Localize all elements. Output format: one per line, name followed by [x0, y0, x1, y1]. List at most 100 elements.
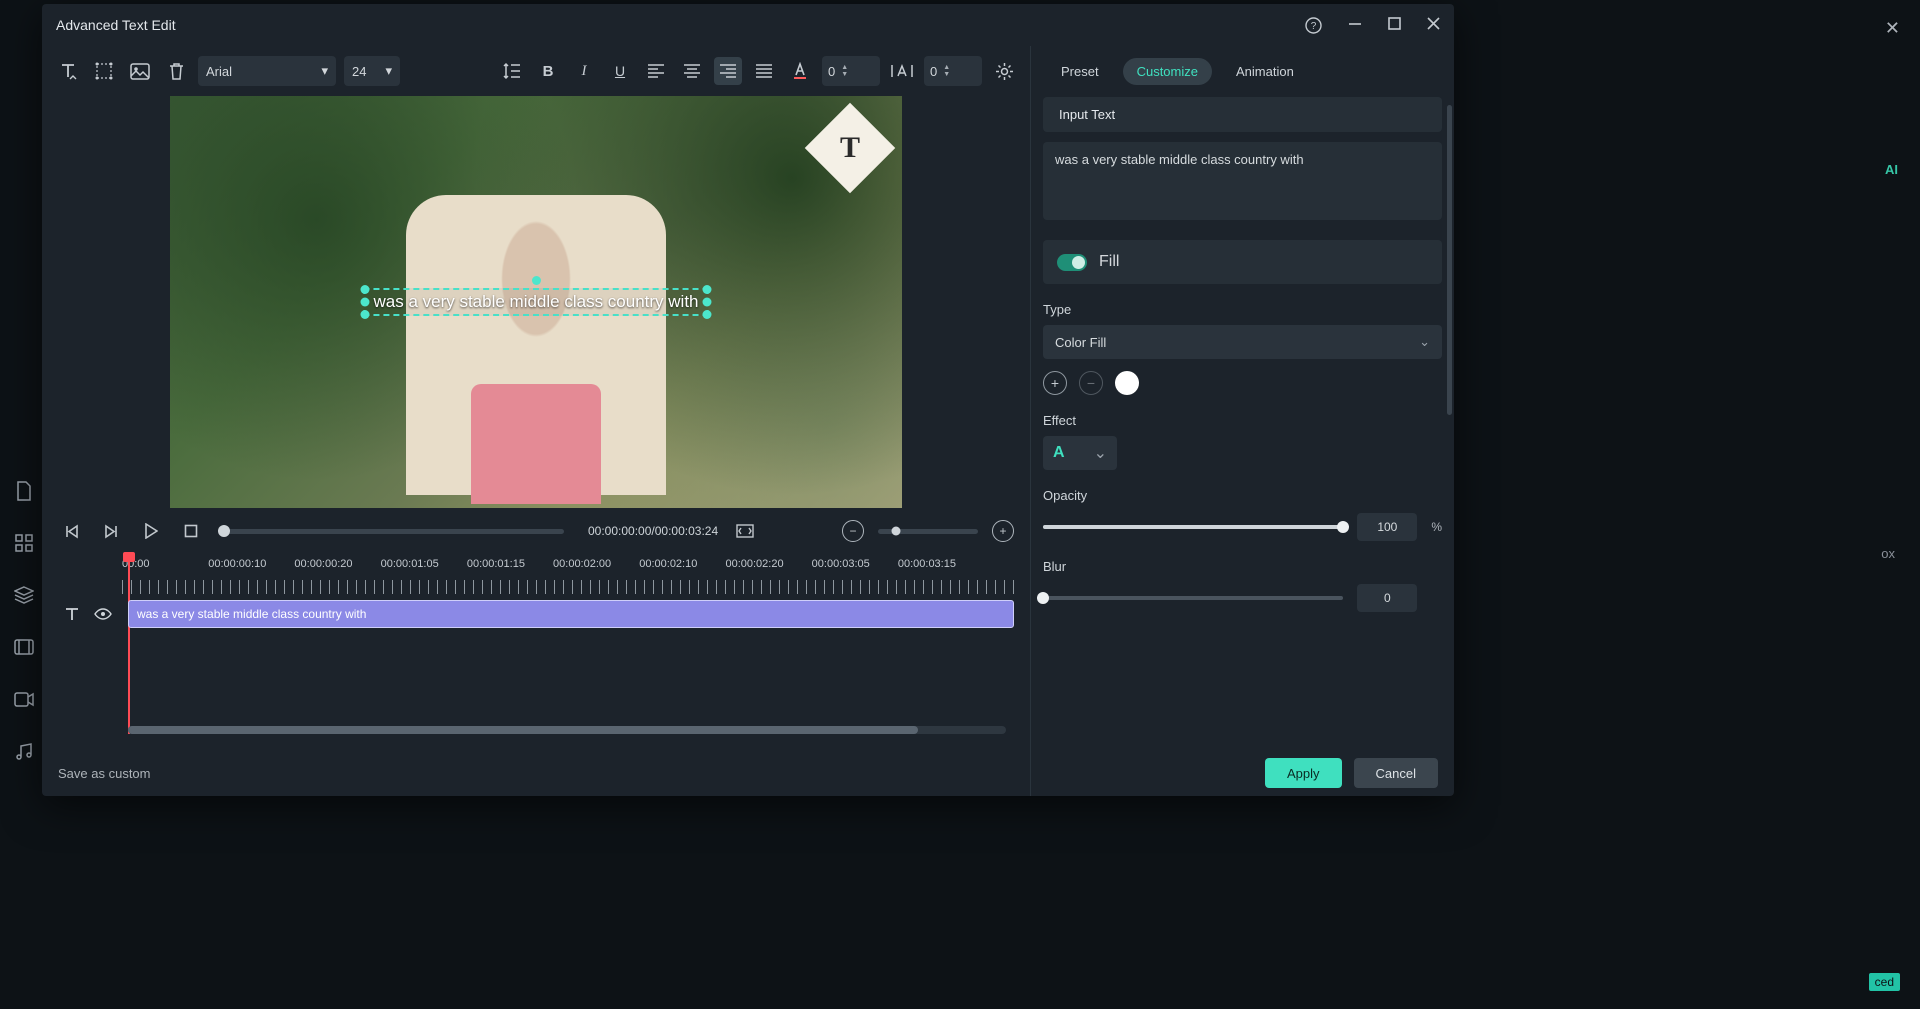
video-preview[interactable]: T was a very stable middle class country…: [170, 96, 902, 508]
scrub-slider[interactable]: [224, 529, 564, 534]
delete-icon[interactable]: [162, 57, 190, 85]
maximize-icon[interactable]: [1388, 17, 1401, 34]
ruler-label: 00:00:03:15: [898, 558, 956, 570]
opacity-value[interactable]: 100: [1357, 513, 1417, 541]
resize-handle[interactable]: [703, 298, 712, 307]
chevron-down-icon: ▾: [321, 63, 328, 79]
opacity-slider[interactable]: [1043, 525, 1343, 529]
stop-icon[interactable]: [178, 518, 204, 544]
effect-select[interactable]: A ⌄: [1043, 436, 1117, 470]
grid-icon[interactable]: [13, 532, 35, 554]
camera-icon[interactable]: [13, 688, 35, 710]
bg-ced-badge: ced: [1869, 973, 1900, 991]
rotate-handle[interactable]: [532, 276, 541, 285]
image-tool-icon[interactable]: [126, 57, 154, 85]
ruler-label: 00:00:01:15: [467, 558, 525, 570]
line-spacing-value: 0: [930, 64, 937, 79]
zoom-in-icon[interactable]: +: [992, 520, 1014, 542]
help-icon[interactable]: ?: [1305, 17, 1322, 34]
effect-label: Effect: [1043, 413, 1442, 428]
save-as-custom-link[interactable]: Save as custom: [58, 766, 151, 781]
align-right-icon[interactable]: [714, 57, 742, 85]
music-icon[interactable]: [13, 740, 35, 762]
text-clip[interactable]: was a very stable middle class country w…: [128, 600, 1014, 628]
fill-type-select[interactable]: Color Fill ⌄: [1043, 325, 1442, 359]
italic-icon[interactable]: I: [570, 57, 598, 85]
align-left-icon[interactable]: [642, 57, 670, 85]
app-sidebar: [0, 480, 48, 762]
fill-type-value: Color Fill: [1055, 335, 1106, 350]
scrub-knob[interactable]: [218, 525, 230, 537]
ruler-label: 00:00:02:00: [553, 558, 611, 570]
layers-icon[interactable]: [13, 584, 35, 606]
line-spacing-input[interactable]: 0 ▲▼: [924, 56, 982, 86]
resize-handle[interactable]: [703, 310, 712, 319]
blur-slider[interactable]: [1043, 596, 1343, 600]
step-down-icon[interactable]: ▼: [943, 71, 950, 78]
resize-handle[interactable]: [360, 298, 369, 307]
apply-button[interactable]: Apply: [1265, 758, 1342, 788]
resize-handle[interactable]: [360, 310, 369, 319]
panel-scrollbar[interactable]: [1447, 105, 1452, 415]
selection-tool-icon[interactable]: [90, 57, 118, 85]
dialog-footer: Save as custom Apply Cancel: [42, 750, 1454, 796]
underline-icon[interactable]: U: [606, 57, 634, 85]
add-color-icon[interactable]: +: [1043, 371, 1067, 395]
font-size-select[interactable]: 24 ▾: [344, 56, 400, 86]
app-close-icon[interactable]: ✕: [1885, 18, 1900, 39]
remove-color-icon[interactable]: −: [1079, 371, 1103, 395]
playhead[interactable]: [128, 554, 130, 734]
fit-screen-icon[interactable]: [732, 518, 758, 544]
visibility-icon[interactable]: [94, 608, 112, 620]
timeline: 00:0000:00:00:1000:00:00:2000:00:01:0500…: [52, 554, 1020, 754]
blur-value[interactable]: 0: [1357, 584, 1417, 612]
text-track-icon[interactable]: [64, 606, 80, 622]
align-justify-icon[interactable]: [750, 57, 778, 85]
slider-knob[interactable]: [1037, 592, 1049, 604]
zoom-out-icon[interactable]: −: [842, 520, 864, 542]
slider-knob[interactable]: [1337, 521, 1349, 533]
font-family-select[interactable]: Arial ▾: [198, 56, 336, 86]
char-spacing-value: 0: [828, 64, 835, 79]
align-center-icon[interactable]: [678, 57, 706, 85]
zoom-slider[interactable]: [878, 529, 978, 534]
color-swatch[interactable]: [1115, 371, 1139, 395]
right-panel-tabs: Preset Customize Animation: [1031, 46, 1454, 97]
line-height-icon[interactable]: [498, 57, 526, 85]
text-tool-icon[interactable]: [54, 57, 82, 85]
step-up-icon[interactable]: ▲: [943, 64, 950, 71]
text-overlay-box[interactable]: was a very stable middle class country w…: [363, 288, 708, 316]
effect-preview-icon: A: [1053, 444, 1065, 462]
close-icon[interactable]: [1427, 17, 1440, 34]
tab-animation[interactable]: Animation: [1222, 58, 1308, 85]
zoom-knob[interactable]: [892, 527, 901, 536]
prev-frame-icon[interactable]: [58, 518, 84, 544]
timeline-ruler[interactable]: 00:0000:00:00:1000:00:00:2000:00:01:0500…: [122, 554, 1020, 594]
char-spacing-input[interactable]: 0 ▲▼: [822, 56, 880, 86]
settings-gear-icon[interactable]: [990, 57, 1018, 85]
tab-customize[interactable]: Customize: [1123, 58, 1212, 85]
next-frame-icon[interactable]: [98, 518, 124, 544]
cancel-button[interactable]: Cancel: [1354, 758, 1438, 788]
letter-spacing-icon[interactable]: [888, 57, 916, 85]
bold-icon[interactable]: B: [534, 57, 562, 85]
scrollbar-thumb[interactable]: [128, 726, 918, 734]
step-down-icon[interactable]: ▼: [841, 71, 848, 78]
film-icon[interactable]: [13, 636, 35, 658]
ruler-label: 00:00:02:10: [639, 558, 697, 570]
ruler-label: 00:00:02:20: [725, 558, 783, 570]
tab-preset[interactable]: Preset: [1047, 58, 1113, 85]
text-color-icon[interactable]: [786, 57, 814, 85]
input-text-area[interactable]: was a very stable middle class country w…: [1043, 142, 1442, 220]
minimize-icon[interactable]: [1348, 17, 1362, 34]
timeline-scrollbar[interactable]: [128, 726, 1006, 734]
ruler-label: 00:00:03:05: [812, 558, 870, 570]
ruler-label: 00:00:01:05: [381, 558, 439, 570]
fill-toggle[interactable]: [1057, 254, 1087, 271]
resize-handle[interactable]: [360, 285, 369, 294]
step-up-icon[interactable]: ▲: [841, 64, 848, 71]
resize-handle[interactable]: [703, 285, 712, 294]
page-icon[interactable]: [13, 480, 35, 502]
play-icon[interactable]: [138, 518, 164, 544]
dialog-title: Advanced Text Edit: [56, 17, 176, 33]
